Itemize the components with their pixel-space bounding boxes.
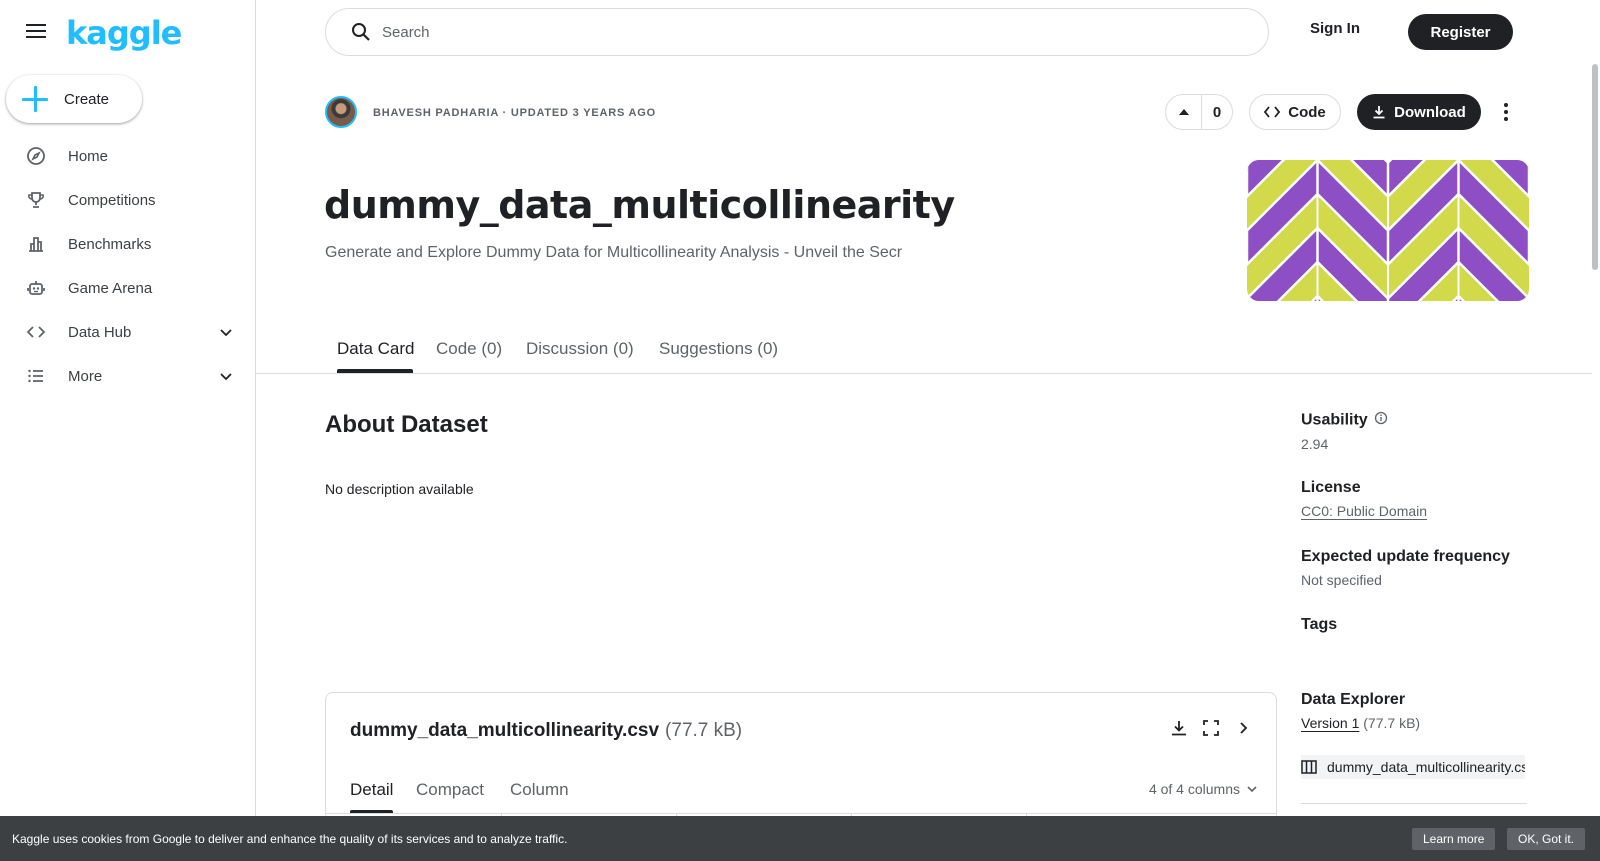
kaggle-logo[interactable]: kaggle [66, 14, 182, 52]
more-options-icon[interactable] [1494, 98, 1518, 126]
compass-icon [26, 146, 46, 166]
license-link[interactable]: CC0: Public Domain [1301, 503, 1427, 519]
dataset-subtitle: Generate and Explore Dummy Data for Mult… [325, 244, 903, 261]
cookie-ok-button[interactable]: OK, Got it. [1507, 828, 1586, 850]
tags-label: Tags [1301, 616, 1338, 633]
fullscreen-icon[interactable] [1200, 717, 1222, 739]
sidebar-item-label: More [68, 367, 103, 385]
search-bar[interactable] [325, 8, 1269, 56]
file-name: dummy_data_multicollinearity.csv [350, 720, 660, 741]
about-description: No description available [325, 481, 474, 497]
tab-detail[interactable]: Detail [350, 780, 393, 800]
code-brackets-icon [26, 322, 46, 342]
chevron-down-icon [1247, 786, 1257, 793]
chevron-right-icon[interactable] [1232, 717, 1254, 739]
frequency-value: Not specified [1301, 572, 1382, 588]
download-button[interactable]: Download [1357, 94, 1481, 130]
sidebar-item-label: Game Arena [68, 279, 153, 297]
info-icon[interactable] [1374, 411, 1388, 430]
trophy-icon [26, 190, 46, 210]
divider [1301, 803, 1527, 804]
frequency-section: Expected update frequency Not specified [1301, 548, 1541, 588]
upvote-control: 0 [1165, 94, 1233, 130]
dataset-byline: BHAVESH PADHARIA · UPDATED 3 YEARS AGO [373, 107, 657, 119]
column-count: 4 of 4 columns [1148, 781, 1240, 797]
sidebar-item-more[interactable]: More [0, 354, 256, 398]
dataset-tabs: Data Card Code (0) Discussion (0) Sugges… [256, 330, 1592, 374]
sidebar-item-label: Competitions [68, 191, 156, 209]
table-columns-icon [1301, 760, 1317, 774]
sidebar-item-label: Benchmarks [68, 235, 152, 253]
page-title: dummy_data_multicollinearity [324, 183, 955, 227]
file-card-actions [1168, 717, 1254, 739]
dataset-banner-image [1247, 160, 1529, 301]
license-label: License [1301, 479, 1361, 496]
create-button[interactable]: Create [6, 75, 142, 123]
search-input[interactable] [382, 23, 1182, 41]
sign-in-link[interactable]: Sign In [1310, 20, 1360, 37]
download-icon [1373, 106, 1385, 119]
sidebar-item-benchmarks[interactable]: Benchmarks [0, 222, 256, 266]
tab-discussion[interactable]: Discussion (0) [526, 339, 634, 359]
sidebar: kaggle Create Home Competitions Benchmar… [0, 0, 256, 861]
cookie-message: Kaggle uses cookies from Google to deliv… [12, 831, 568, 846]
plus-icon [22, 86, 48, 112]
active-tab-indicator [337, 369, 413, 373]
version-size: (77.7 kB) [1363, 715, 1421, 731]
tags-section: Tags [1301, 616, 1541, 634]
license-section: License CC0: Public Domain [1301, 479, 1541, 519]
sidebar-item-data-hub[interactable]: Data Hub [0, 310, 256, 354]
explorer-file-item[interactable]: dummy_data_multicollinearity.csv [1301, 755, 1525, 779]
chevron-down-icon[interactable] [218, 368, 234, 384]
version-link[interactable]: Version 1 [1301, 715, 1359, 731]
download-icon[interactable] [1168, 717, 1190, 739]
column-count-dropdown[interactable]: 4 of 4 columns [1149, 781, 1258, 797]
upvote-button[interactable] [1166, 95, 1202, 129]
usability-section: Usability 2.94 [1301, 411, 1541, 452]
data-explorer-label: Data Explorer [1301, 691, 1406, 708]
explorer-file-name: dummy_data_multicollinearity.csv [1327, 759, 1525, 775]
download-button-label: Download [1394, 103, 1466, 121]
tab-suggestions[interactable]: Suggestions (0) [659, 339, 778, 359]
code-brackets-icon [1264, 106, 1281, 118]
file-preview-card: dummy_data_multicollinearity.csv (77.7 kB… [325, 692, 1277, 824]
sidebar-item-game-arena[interactable]: Game Arena [0, 266, 256, 310]
tab-column[interactable]: Column [510, 780, 569, 800]
bar-chart-icon [26, 234, 46, 254]
page-scrollbar[interactable] [1592, 64, 1598, 270]
robot-icon [26, 278, 46, 298]
sidebar-nav: Home Competitions Benchmarks Game Arena … [0, 134, 256, 398]
file-size: (77.7 kB) [665, 720, 743, 741]
usability-label: Usability [1301, 411, 1368, 429]
search-icon [350, 21, 372, 43]
sidebar-item-home[interactable]: Home [0, 134, 256, 178]
register-button[interactable]: Register [1408, 14, 1513, 50]
frequency-label: Expected update frequency [1301, 548, 1510, 565]
avatar[interactable] [325, 96, 357, 128]
sidebar-item-competitions[interactable]: Competitions [0, 178, 256, 222]
chevron-down-icon[interactable] [218, 324, 234, 340]
sidebar-item-label: Data Hub [68, 323, 132, 341]
file-card-title: dummy_data_multicollinearity.csv (77.7 kB… [350, 720, 742, 742]
vote-count: 0 [1212, 103, 1222, 121]
hamburger-menu-icon[interactable] [22, 20, 50, 44]
code-button-label: Code [1288, 103, 1326, 121]
data-explorer-section: Data Explorer Version 1 (77.7 kB) [1301, 691, 1541, 731]
code-button[interactable]: Code [1249, 94, 1341, 130]
about-heading: About Dataset [325, 411, 488, 438]
tab-compact[interactable]: Compact [416, 780, 484, 800]
list-icon [26, 366, 46, 386]
cookie-banner: Kaggle uses cookies from Google to deliv… [0, 816, 1600, 861]
tab-data-card[interactable]: Data Card [337, 339, 414, 359]
caret-up-icon [1178, 109, 1189, 115]
sidebar-item-label: Home [68, 147, 109, 165]
learn-more-button[interactable]: Learn more [1412, 828, 1496, 850]
usability-value: 2.94 [1301, 436, 1329, 452]
create-label: Create [64, 90, 110, 108]
tab-code[interactable]: Code (0) [436, 339, 502, 359]
